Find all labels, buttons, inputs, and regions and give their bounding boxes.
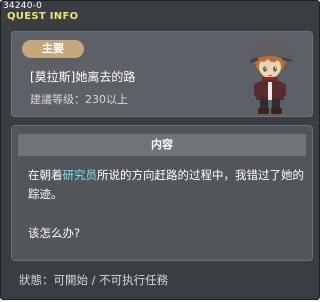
description-text-start: 在朝着 [28, 168, 63, 182]
level-requirement: 建議等级：230以上 [30, 93, 128, 106]
window-title: QUEST INFO [7, 11, 79, 22]
quest-content-panel: 内容 在朝着研究员所说的方向赶路的过程中，我错过了她的踪迹。 该怎么办? [11, 125, 313, 261]
description-paragraph: 在朝着研究员所说的方向赶路的过程中，我错过了她的踪迹。 [28, 166, 304, 204]
quest-description: 在朝着研究员所说的方向赶路的过程中，我错过了她的踪迹。 该怎么办? [28, 166, 304, 243]
content-section-header: 内容 [18, 134, 306, 156]
quest-status: 狀態：可開始 / 不可执行任務 [19, 273, 168, 287]
status-label: 狀態： [19, 273, 54, 287]
description-question: 该怎么办? [28, 226, 81, 240]
quest-type-badge: 主要 [22, 40, 84, 58]
npc-name-highlight[interactable]: 研究员 [63, 168, 98, 182]
quest-name: [莫拉斯]她离去的路 [30, 70, 136, 84]
status-value: 可開始 / 不可执行任務 [53, 273, 169, 287]
quest-header-panel: 主要 [莫拉斯]她离去的路 建議等级：230以上 [11, 31, 313, 117]
npc-portrait-icon [250, 42, 292, 114]
quest-info-window: 34240-0 QUEST INFO 主要 [莫拉斯]她离去的路 建議等级：23… [0, 0, 320, 300]
quest-id-label: 34240-0 [3, 1, 43, 11]
